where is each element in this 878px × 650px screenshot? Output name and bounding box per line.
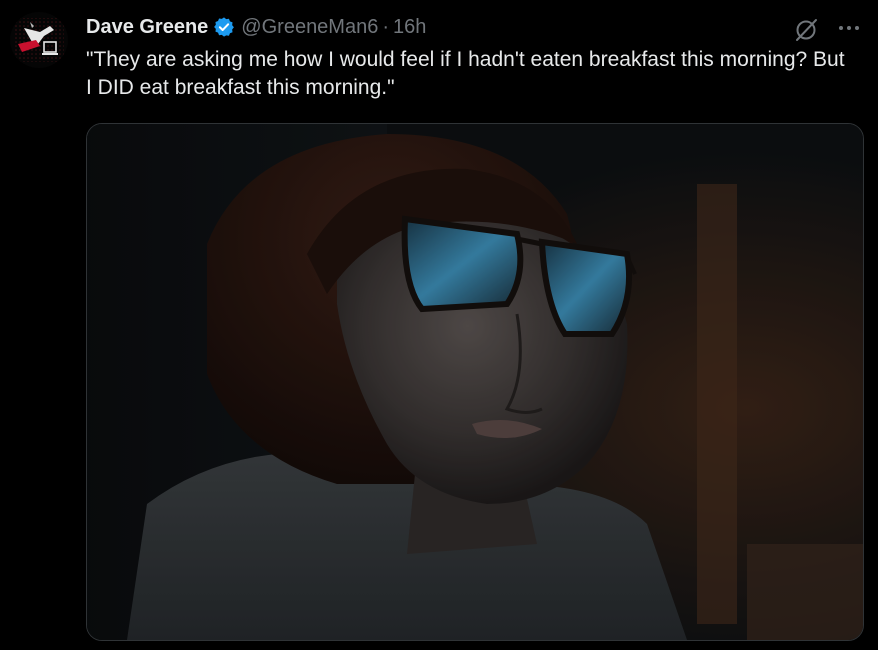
display-name[interactable]: Dave Greene [86,16,208,39]
user-handle[interactable]: @GreeneMan6 [241,16,378,39]
tweet-header: Dave Greene @GreeneMan6 · 16h [86,14,426,40]
avatar-logo-icon [10,12,68,68]
grok-slash-circle-icon[interactable] [792,16,820,44]
verified-badge-icon [213,16,235,38]
timestamp[interactable]: 16h [393,16,426,39]
tweet-media-image[interactable] [86,123,864,641]
avatar[interactable] [10,12,68,68]
woman-in-glasses-photo [87,124,863,640]
tweet: Dave Greene @GreeneMan6 · 16h "They are … [0,0,878,650]
more-horizontal-icon[interactable] [834,14,864,42]
tweet-text: "They are asking me how I would feel if … [86,48,845,99]
separator-dot: · [382,15,390,38]
